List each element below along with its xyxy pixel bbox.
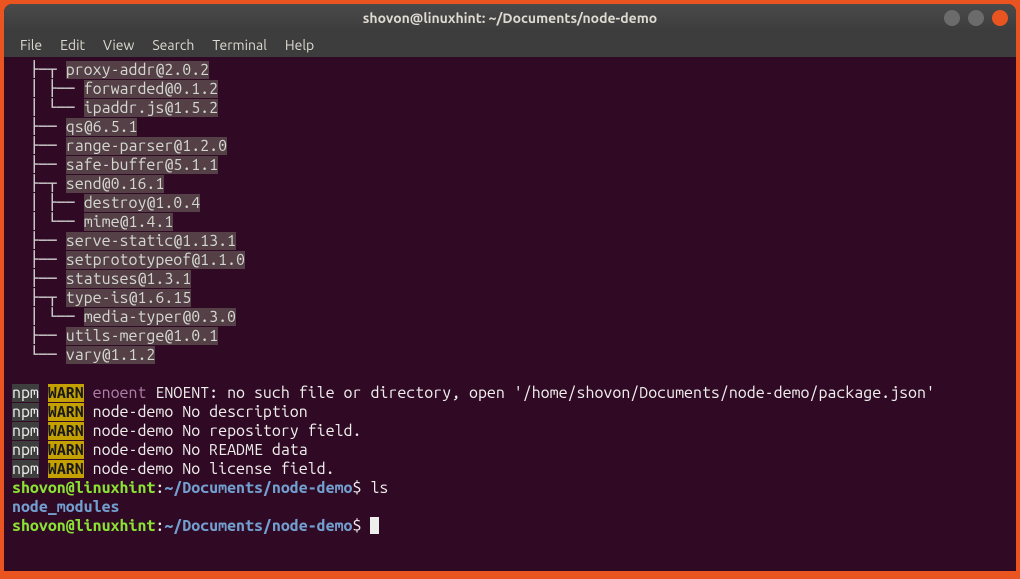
tree-line: ├─┬ proxy-addr@2.0.2 bbox=[12, 61, 1008, 80]
menu-search[interactable]: Search bbox=[144, 35, 202, 55]
prompt-dollar: $ bbox=[353, 479, 371, 497]
package: utils-merge@1.0.1 bbox=[66, 327, 218, 345]
package: media-typer@0.3.0 bbox=[84, 308, 236, 326]
tree-line: │ └── media-typer@0.3.0 bbox=[12, 308, 1008, 327]
warn-label: WARN bbox=[48, 441, 84, 459]
warn-message: node-demo No repository field. bbox=[84, 422, 362, 440]
tree-line: │ └── ipaddr.js@1.5.2 bbox=[12, 99, 1008, 118]
package: serve-static@1.13.1 bbox=[66, 232, 236, 250]
npm-label: npm bbox=[12, 460, 39, 478]
warn-message: node-demo No README data bbox=[84, 441, 308, 459]
tree-line: ├── serve-static@1.13.1 bbox=[12, 232, 1008, 251]
prompt-path: ~/Documents/node-demo bbox=[164, 479, 352, 497]
package: proxy-addr@2.0.2 bbox=[66, 61, 209, 79]
prompt-path: ~/Documents/node-demo bbox=[164, 517, 352, 535]
blank-line bbox=[12, 365, 1008, 384]
ls-output-line: node_modules bbox=[12, 498, 1008, 517]
package: qs@6.5.1 bbox=[66, 118, 138, 136]
tree-line: │ ├── forwarded@0.1.2 bbox=[12, 80, 1008, 99]
minimize-icon[interactable] bbox=[944, 10, 960, 26]
warn-message: ENOENT: no such file or directory, open … bbox=[146, 384, 934, 402]
package: send@0.16.1 bbox=[66, 175, 165, 193]
menu-edit[interactable]: Edit bbox=[52, 35, 93, 55]
tree-line: ├── safe-buffer@5.1.1 bbox=[12, 156, 1008, 175]
package: mime@1.4.1 bbox=[84, 213, 174, 231]
npm-label: npm bbox=[12, 422, 39, 440]
npm-warn-line: npm WARN node-demo No license field. bbox=[12, 460, 1008, 479]
npm-warn-line: npm WARN enoent ENOENT: no such file or … bbox=[12, 384, 1008, 403]
cursor-icon bbox=[370, 517, 379, 534]
npm-warn-line: npm WARN node-demo No description bbox=[12, 403, 1008, 422]
menu-file[interactable]: File bbox=[12, 35, 50, 55]
package: vary@1.1.2 bbox=[66, 346, 156, 364]
warn-label: WARN bbox=[48, 403, 84, 421]
package: forwarded@0.1.2 bbox=[84, 80, 218, 98]
tree-line: │ ├── destroy@1.0.4 bbox=[12, 194, 1008, 213]
package: safe-buffer@5.1.1 bbox=[66, 156, 218, 174]
prompt-line[interactable]: shovon@linuxhint:~/Documents/node-demo$ bbox=[12, 517, 1008, 536]
warn-message: node-demo No description bbox=[84, 403, 308, 421]
tree-line: ├── range-parser@1.2.0 bbox=[12, 137, 1008, 156]
menu-view[interactable]: View bbox=[95, 35, 142, 55]
warn-label: WARN bbox=[48, 422, 84, 440]
tree-line: ├─┬ type-is@1.6.15 bbox=[12, 289, 1008, 308]
package: statuses@1.3.1 bbox=[66, 270, 191, 288]
window-controls bbox=[944, 10, 1008, 26]
prompt-dollar: $ bbox=[353, 517, 371, 535]
package: ipaddr.js@1.5.2 bbox=[84, 99, 218, 117]
enoent-label: enoent bbox=[93, 384, 147, 402]
tree-line: ├── setprototypeof@1.1.0 bbox=[12, 251, 1008, 270]
warn-label: WARN bbox=[48, 460, 84, 478]
npm-label: npm bbox=[12, 384, 39, 402]
prompt-user: shovon@linuxhint bbox=[12, 479, 155, 497]
npm-label: npm bbox=[12, 441, 39, 459]
command-ls: ls bbox=[370, 479, 388, 497]
window-title: shovon@linuxhint: ~/Documents/node-demo bbox=[363, 10, 657, 26]
terminal-window: shovon@linuxhint: ~/Documents/node-demo … bbox=[4, 4, 1016, 571]
terminal-output[interactable]: ├─┬ proxy-addr@2.0.2 │ ├── forwarded@0.1… bbox=[4, 57, 1016, 571]
menu-terminal[interactable]: Terminal bbox=[204, 35, 275, 55]
menu-help[interactable]: Help bbox=[277, 35, 322, 55]
npm-warn-line: npm WARN node-demo No repository field. bbox=[12, 422, 1008, 441]
tree-line: ├── qs@6.5.1 bbox=[12, 118, 1008, 137]
package: setprototypeof@1.1.0 bbox=[66, 251, 245, 269]
package: destroy@1.0.4 bbox=[84, 194, 200, 212]
warn-message: node-demo No license field. bbox=[84, 460, 335, 478]
ls-result: node_modules bbox=[12, 498, 120, 516]
npm-warn-line: npm WARN node-demo No README data bbox=[12, 441, 1008, 460]
package: range-parser@1.2.0 bbox=[66, 137, 227, 155]
npm-label: npm bbox=[12, 403, 39, 421]
tree-line: ├─┬ send@0.16.1 bbox=[12, 175, 1008, 194]
tree-line: └── vary@1.1.2 bbox=[12, 346, 1008, 365]
close-icon[interactable] bbox=[992, 10, 1008, 26]
tree-line: ├── utils-merge@1.0.1 bbox=[12, 327, 1008, 346]
menubar: File Edit View Search Terminal Help bbox=[4, 32, 1016, 57]
warn-label: WARN bbox=[48, 384, 84, 402]
tree-line: │ └── mime@1.4.1 bbox=[12, 213, 1008, 232]
prompt-user: shovon@linuxhint bbox=[12, 517, 155, 535]
package: type-is@1.6.15 bbox=[66, 289, 191, 307]
prompt-line: shovon@linuxhint:~/Documents/node-demo$ … bbox=[12, 479, 1008, 498]
maximize-icon[interactable] bbox=[968, 10, 984, 26]
tree-line: ├── statuses@1.3.1 bbox=[12, 270, 1008, 289]
titlebar[interactable]: shovon@linuxhint: ~/Documents/node-demo bbox=[4, 4, 1016, 32]
